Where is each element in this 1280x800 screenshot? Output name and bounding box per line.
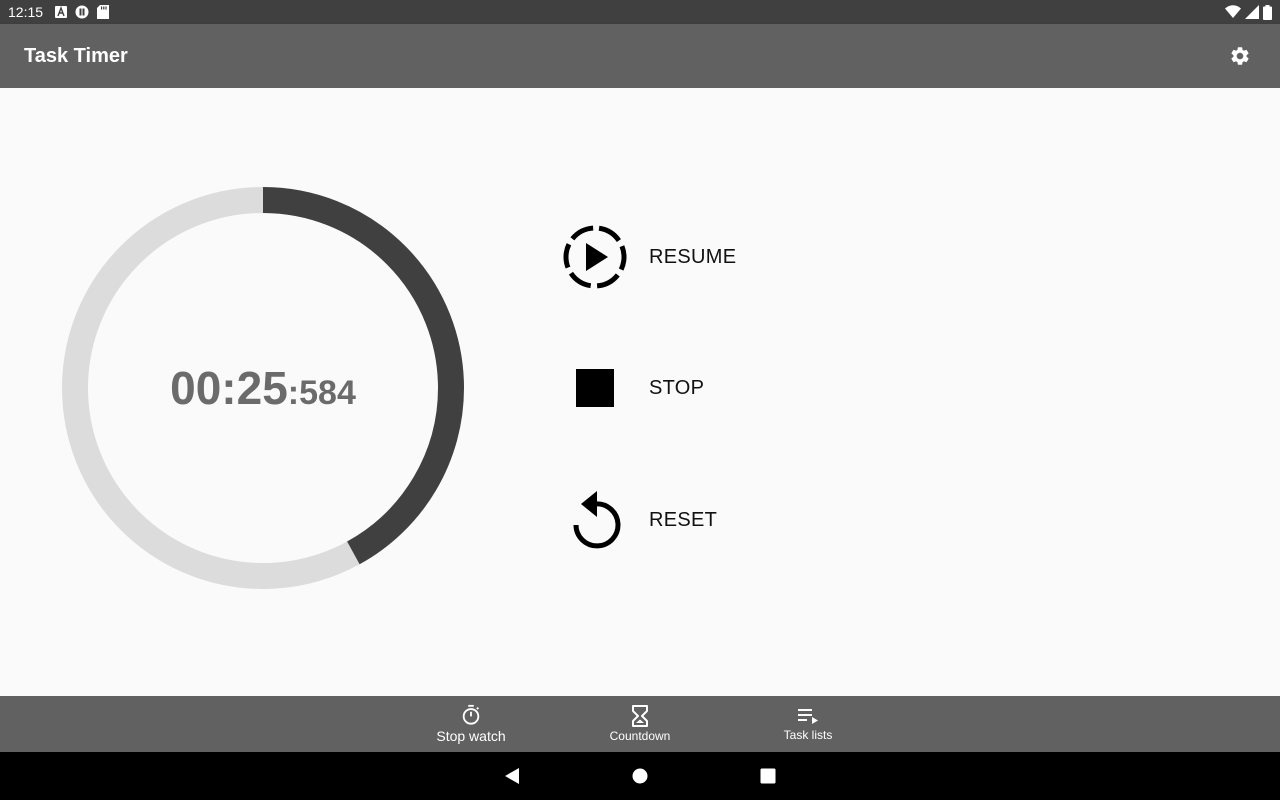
back-button[interactable] [498,762,526,790]
timer-milliseconds: :584 [287,373,356,412]
app-bar: Task Timer [0,24,1280,88]
home-icon [632,768,648,784]
stop-label: STOP [649,376,705,399]
timer-display: 00:25:584 [58,183,468,593]
opera-icon [75,5,89,19]
wifi-icon [1225,5,1241,18]
main-content: 00:25:584 RESUME STOP RESET [0,88,1280,696]
settings-button[interactable] [1224,40,1256,72]
hourglass-icon [632,705,648,727]
status-bar: 12:15 [0,0,1280,24]
reset-button[interactable]: RESET [560,485,820,555]
nav-task-lists[interactable]: Task lists [738,696,878,752]
stopwatch-icon [462,704,480,725]
nav-countdown[interactable]: Countdown [570,696,710,752]
nav-stop-watch-label: Stop watch [436,728,506,744]
resume-button[interactable]: RESUME [560,222,820,292]
reset-icon [560,485,630,555]
back-icon [505,768,519,784]
system-navigation-bar [0,752,1280,800]
battery-icon [1263,4,1272,20]
playlist-icon [798,709,818,724]
status-right-icons [1225,4,1272,20]
resume-label: RESUME [649,245,737,268]
reset-label: RESET [649,508,718,531]
nav-countdown-label: Countdown [609,729,671,743]
gear-icon [1231,47,1249,65]
resume-icon [560,222,630,292]
app-title: Task Timer [24,44,128,67]
nav-stop-watch[interactable]: Stop watch [401,696,541,752]
sd-card-icon [97,5,110,19]
notification-icons [55,5,110,19]
status-time: 12:15 [8,4,44,20]
stop-button[interactable]: STOP [560,353,820,423]
recents-icon [760,768,776,784]
stop-icon [560,353,630,423]
bottom-navigation: Stop watch Countdown Task lists [0,696,1280,752]
timer-main: 00:25 [170,362,288,414]
home-button[interactable] [626,762,654,790]
signal-icon [1245,5,1259,19]
recents-button[interactable] [754,762,782,790]
nav-task-lists-label: Task lists [783,728,833,742]
font-icon [55,6,68,18]
